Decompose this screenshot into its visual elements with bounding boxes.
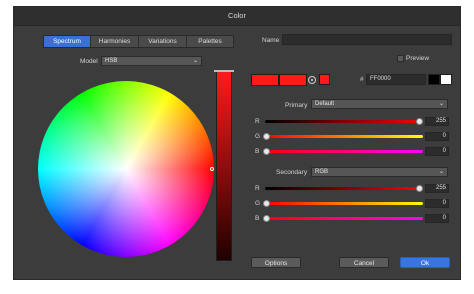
primary-label: Primary: [285, 102, 308, 109]
options-button[interactable]: Options: [251, 257, 301, 268]
wheel-selection-marker[interactable]: [210, 167, 214, 171]
primary-g-label: G: [255, 133, 261, 140]
tab-variations[interactable]: Variations: [139, 36, 187, 47]
hex-input[interactable]: FF0000: [366, 74, 426, 85]
tab-spectrum[interactable]: Spectrum: [44, 36, 91, 47]
secondary-r-slider[interactable]: [265, 187, 423, 190]
brightness-bar[interactable]: [216, 71, 232, 261]
primary-r-knob[interactable]: [416, 118, 423, 125]
hex-label: #: [360, 76, 364, 83]
primary-r-value[interactable]: 255: [425, 117, 449, 126]
secondary-b-knob[interactable]: [263, 215, 270, 222]
primary-b-value[interactable]: 0: [425, 147, 449, 156]
secondary-r-label: R: [255, 185, 260, 192]
name-label: Name: [262, 37, 280, 44]
primary-b-slider[interactable]: [265, 150, 423, 153]
white-swatch[interactable]: [440, 74, 452, 85]
primary-b-knob[interactable]: [263, 148, 270, 155]
secondary-g-value[interactable]: 0: [425, 199, 449, 208]
tab-harmonies[interactable]: Harmonies: [91, 36, 139, 47]
primary-mode-dropdown[interactable]: Default ⌄: [311, 99, 448, 109]
primary-g-knob[interactable]: [263, 133, 270, 140]
chevron-down-icon: ⌄: [438, 101, 444, 107]
preview-checkbox[interactable]: [397, 55, 404, 62]
primary-b-label: B: [255, 148, 260, 155]
secondary-g-knob[interactable]: [263, 200, 270, 207]
model-label: Model: [80, 58, 98, 65]
model-dropdown[interactable]: HSB ⌄: [101, 56, 202, 66]
secondary-mode-value: RGB: [315, 169, 329, 175]
color-dialog: Color Spectrum Harmonies Variations Pale…: [13, 6, 461, 280]
small-color-swatch[interactable]: [319, 74, 330, 85]
current-color-swatch[interactable]: [251, 74, 279, 86]
previous-color-swatch[interactable]: [279, 74, 307, 86]
black-swatch[interactable]: [428, 74, 440, 85]
secondary-b-label: B: [255, 215, 260, 222]
color-mode-radio[interactable]: [308, 76, 316, 84]
ok-button[interactable]: Ok: [400, 257, 450, 268]
secondary-b-value[interactable]: 0: [425, 214, 449, 223]
brightness-bar-handle[interactable]: [214, 70, 234, 72]
name-input[interactable]: [282, 34, 452, 45]
primary-r-label: R: [255, 118, 260, 125]
cancel-button[interactable]: Cancel: [339, 257, 389, 268]
primary-mode-value: Default: [315, 101, 335, 107]
secondary-r-value[interactable]: 255: [425, 184, 449, 193]
secondary-label: Secondary: [276, 169, 308, 176]
secondary-g-slider[interactable]: [265, 202, 423, 205]
model-value: HSB: [105, 58, 118, 64]
primary-g-slider[interactable]: [265, 135, 423, 138]
chevron-down-icon: ⌄: [438, 169, 444, 175]
secondary-r-knob[interactable]: [416, 185, 423, 192]
primary-g-value[interactable]: 0: [425, 132, 449, 141]
secondary-g-label: G: [255, 200, 261, 207]
chevron-down-icon: ⌄: [192, 58, 198, 64]
primary-r-slider[interactable]: [265, 120, 423, 123]
dialog-title: Color: [14, 7, 460, 26]
color-wheel[interactable]: [38, 81, 214, 257]
preview-label: Preview: [406, 55, 430, 62]
secondary-mode-dropdown[interactable]: RGB ⌄: [311, 167, 448, 177]
tab-palettes[interactable]: Palettes: [187, 36, 233, 47]
tab-bar: Spectrum Harmonies Variations Palettes: [43, 35, 234, 48]
secondary-b-slider[interactable]: [265, 217, 423, 220]
